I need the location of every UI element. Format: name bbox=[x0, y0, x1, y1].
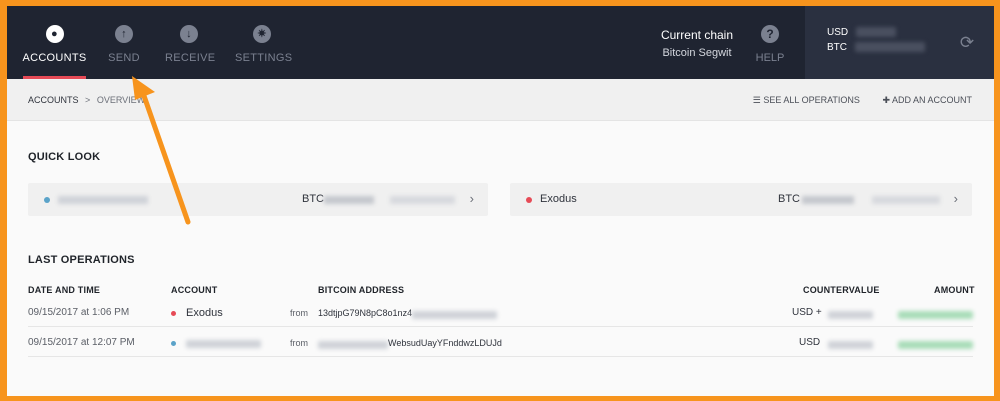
plus-icon: ✚ bbox=[882, 95, 892, 105]
address-blurred bbox=[412, 311, 497, 319]
account-color-dot bbox=[171, 341, 176, 346]
account-usd-balance-blurred bbox=[390, 196, 455, 204]
see-all-operations-link[interactable]: ☰ SEE ALL OPERATIONS bbox=[753, 95, 860, 105]
column-header-address: BITCOIN ADDRESS bbox=[318, 285, 405, 295]
help-icon: ? bbox=[761, 25, 779, 43]
arrow-up-icon: ↑ bbox=[115, 25, 133, 43]
nav-tab-label: RECEIVE bbox=[165, 52, 216, 64]
account-color-dot bbox=[44, 197, 50, 203]
chevron-right-icon: › bbox=[953, 191, 958, 206]
current-chain: Current chain Bitcoin Segwit bbox=[647, 28, 747, 59]
account-name-blurred bbox=[58, 196, 148, 204]
add-account-link[interactable]: ✚ ADD AN ACCOUNT bbox=[882, 95, 972, 105]
operation-row[interactable]: 09/15/2017 at 12:07 PM from WebsudUayYFn… bbox=[28, 328, 973, 357]
column-header-date: DATE AND TIME bbox=[28, 285, 101, 295]
balance-btc: BTC bbox=[827, 42, 925, 53]
chevron-right-icon: › bbox=[469, 191, 474, 206]
account-card[interactable]: BTC › bbox=[28, 183, 488, 216]
column-header-account: ACCOUNT bbox=[171, 285, 218, 295]
add-account-label: ADD AN ACCOUNT bbox=[891, 95, 972, 105]
operation-account: Exodus bbox=[186, 307, 223, 319]
amount-blurred bbox=[898, 311, 973, 319]
nav-tab-accounts[interactable]: ● ACCOUNTS bbox=[21, 6, 88, 79]
last-operations-title: LAST OPERATIONS bbox=[28, 254, 135, 266]
account-btc-balance-blurred bbox=[802, 196, 854, 204]
list-icon: ☰ bbox=[752, 95, 764, 105]
arrow-down-icon: ↓ bbox=[180, 25, 198, 43]
balance-btc-value-blurred bbox=[855, 42, 925, 53]
app-window: ● ACCOUNTS ↑ SEND ↓ RECEIVE ✷ SETTINGS C… bbox=[7, 6, 994, 396]
operation-date: 09/15/2017 at 12:07 PM bbox=[28, 337, 135, 348]
balance-usd-value-blurred bbox=[856, 27, 897, 38]
current-chain-value: Bitcoin Segwit bbox=[662, 47, 732, 59]
nav-tab-receive[interactable]: ↓ RECEIVE bbox=[165, 6, 216, 79]
account-card[interactable]: Exodus BTC › bbox=[510, 183, 972, 216]
operation-address: WebsudUayYFnddwzLDUJd bbox=[388, 338, 502, 348]
nav-tab-label: SETTINGS bbox=[235, 52, 293, 64]
gear-icon: ✷ bbox=[253, 25, 271, 43]
help-button[interactable]: ? HELP bbox=[750, 6, 790, 79]
current-chain-label: Current chain bbox=[660, 28, 734, 42]
account-currency: BTC bbox=[778, 193, 800, 205]
column-header-countervalue: COUNTERVALUE bbox=[803, 285, 880, 295]
nav-tab-label: ACCOUNTS bbox=[22, 52, 87, 64]
account-usd-balance-blurred bbox=[872, 196, 940, 204]
account-color-dot bbox=[171, 311, 176, 316]
balance-btc-label: BTC bbox=[827, 42, 847, 53]
column-header-amount: AMOUNT bbox=[934, 285, 975, 295]
breadcrumb-root[interactable]: ACCOUNTS bbox=[28, 95, 79, 105]
countervalue-blurred bbox=[828, 341, 873, 349]
operation-row[interactable]: 09/15/2017 at 1:06 PM Exodus from 13dtjp… bbox=[28, 298, 973, 327]
operation-countervalue: USD + bbox=[792, 307, 822, 318]
operation-countervalue: USD bbox=[799, 337, 821, 348]
sub-actions: ☰ SEE ALL OPERATIONS ✚ ADD AN ACCOUNT bbox=[733, 95, 972, 106]
account-name: Exodus bbox=[540, 193, 577, 205]
top-navigation-bar: ● ACCOUNTS ↑ SEND ↓ RECEIVE ✷ SETTINGS C… bbox=[7, 6, 994, 79]
nav-tab-send[interactable]: ↑ SEND bbox=[104, 6, 144, 79]
account-btc-balance-blurred bbox=[324, 196, 374, 204]
see-all-operations-label: SEE ALL OPERATIONS bbox=[763, 95, 860, 105]
breadcrumb-separator: > bbox=[85, 95, 91, 105]
refresh-icon[interactable]: ⟳ bbox=[958, 34, 976, 52]
help-label: HELP bbox=[755, 52, 785, 64]
breadcrumb: ACCOUNTS > OVERVIEW bbox=[28, 95, 145, 105]
balance-panel: USD BTC ⟳ bbox=[805, 6, 994, 79]
operation-account-blurred bbox=[186, 340, 261, 348]
operation-direction: from bbox=[290, 308, 308, 318]
amount-blurred bbox=[898, 341, 973, 349]
account-currency: BTC bbox=[302, 193, 324, 205]
balance-usd-label: USD bbox=[827, 27, 849, 38]
sub-header: ACCOUNTS > OVERVIEW ☰ SEE ALL OPERATIONS… bbox=[7, 79, 994, 121]
countervalue-blurred bbox=[828, 311, 873, 319]
nav-tab-settings[interactable]: ✷ SETTINGS bbox=[235, 6, 293, 79]
quick-look-title: QUICK LOOK bbox=[28, 151, 101, 163]
operation-date: 09/15/2017 at 1:06 PM bbox=[28, 307, 130, 318]
operation-direction: from bbox=[290, 338, 308, 348]
balance-usd: USD bbox=[827, 27, 897, 38]
breadcrumb-current: OVERVIEW bbox=[96, 95, 146, 105]
operation-address: 13dtjpG79N8pC8o1nz4 bbox=[318, 308, 413, 318]
account-color-dot bbox=[526, 197, 532, 203]
users-icon: ● bbox=[45, 25, 64, 43]
nav-tab-label: SEND bbox=[108, 52, 140, 64]
address-blurred bbox=[318, 341, 388, 349]
